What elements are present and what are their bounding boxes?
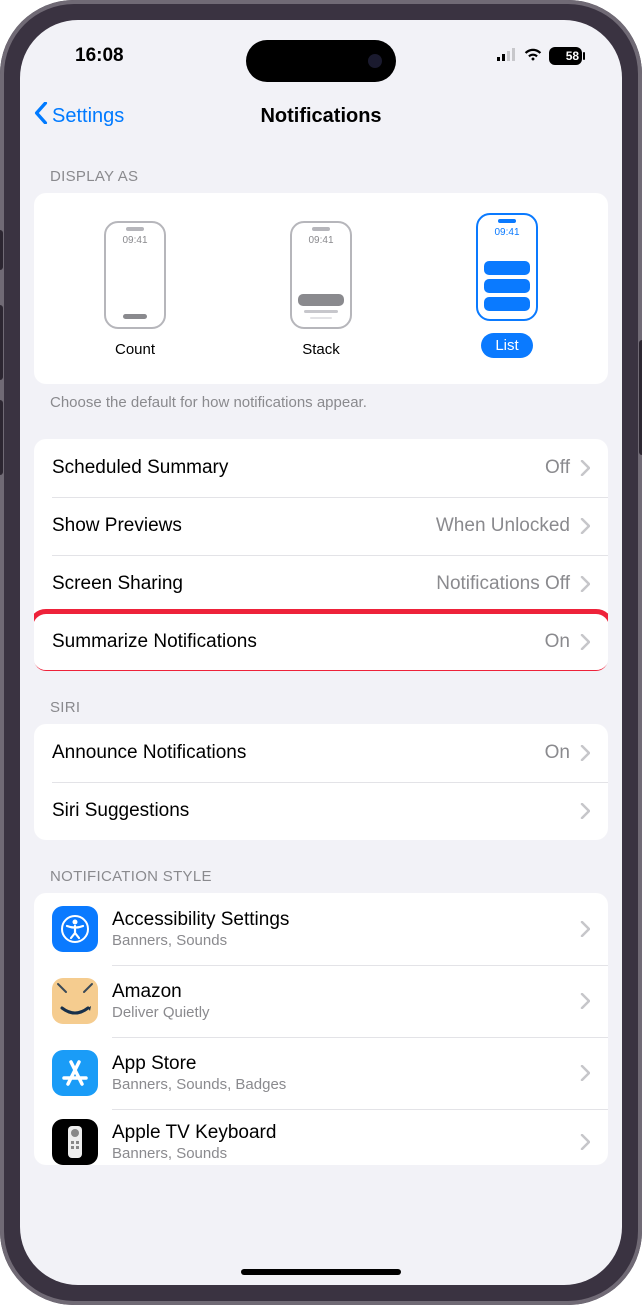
home-indicator[interactable] — [241, 1269, 401, 1275]
page-title: Notifications — [20, 105, 622, 128]
volume-down-button — [0, 400, 3, 475]
display-as-caption: Choose the default for how notifications… — [20, 384, 622, 411]
scroll-content[interactable]: DISPLAY AS 09:41 Count 09:41 Stack 09:41 — [20, 140, 622, 1165]
screen-sharing-row[interactable]: Screen Sharing Notifications Off — [34, 555, 608, 613]
chevron-right-icon — [580, 993, 590, 1009]
apple-tv-keyboard-app-icon — [52, 1119, 98, 1165]
notification-style-header: NOTIFICATION STYLE — [20, 840, 622, 893]
app-sub: Banners, Sounds — [112, 1145, 566, 1162]
app-name: Accessibility Settings — [112, 909, 566, 931]
app-row-app-store[interactable]: App Store Banners, Sounds, Badges — [34, 1037, 608, 1109]
screen-sharing-label: Screen Sharing — [52, 573, 183, 595]
display-as-list[interactable]: 09:41 List — [476, 213, 538, 358]
scheduled-summary-row[interactable]: Scheduled Summary Off — [34, 439, 608, 497]
status-right: 58 — [497, 45, 582, 67]
app-store-app-icon — [52, 1050, 98, 1096]
show-previews-label: Show Previews — [52, 515, 182, 537]
screen: 16:08 58 Settings Not — [20, 20, 622, 1285]
cellular-icon — [497, 45, 517, 67]
announce-notifications-row[interactable]: Announce Notifications On — [34, 724, 608, 782]
chevron-right-icon — [580, 745, 590, 761]
chevron-right-icon — [580, 1065, 590, 1081]
wifi-icon — [523, 45, 543, 67]
scheduled-summary-label: Scheduled Summary — [52, 457, 228, 479]
app-row-amazon[interactable]: Amazon Deliver Quietly — [34, 965, 608, 1037]
scheduled-summary-value: Off — [545, 457, 570, 479]
announce-notifications-value: On — [545, 742, 570, 764]
chevron-right-icon — [580, 634, 590, 650]
display-as-count-label: Count — [115, 341, 155, 358]
summarize-notifications-row[interactable]: Summarize Notifications On — [34, 613, 608, 671]
chevron-right-icon — [580, 576, 590, 592]
accessibility-app-icon — [52, 906, 98, 952]
display-as-list-label: List — [481, 333, 532, 358]
dynamic-island — [246, 40, 396, 82]
amazon-app-icon — [52, 978, 98, 1024]
app-name: Apple TV Keyboard — [112, 1122, 566, 1144]
notification-style-group: Accessibility Settings Banners, Sounds A… — [34, 893, 608, 1165]
summarize-notifications-value: On — [545, 631, 570, 653]
screen-sharing-value: Notifications Off — [436, 573, 570, 595]
status-time: 16:08 — [75, 45, 124, 67]
app-sub: Banners, Sounds — [112, 932, 566, 949]
siri-group: Announce Notifications On Siri Suggestio… — [34, 724, 608, 840]
siri-header: SIRI — [20, 671, 622, 724]
chevron-right-icon — [580, 803, 590, 819]
volume-up-button — [0, 305, 3, 380]
siri-suggestions-row[interactable]: Siri Suggestions — [34, 782, 608, 840]
battery-percent: 58 — [566, 49, 579, 63]
display-as-stack[interactable]: 09:41 Stack — [290, 221, 352, 358]
display-as-count[interactable]: 09:41 Count — [104, 221, 166, 358]
navigation-bar: Settings Notifications — [20, 92, 622, 140]
app-sub: Banners, Sounds, Badges — [112, 1076, 566, 1093]
display-as-stack-label: Stack — [302, 341, 340, 358]
app-sub: Deliver Quietly — [112, 1004, 566, 1021]
chevron-right-icon — [580, 1134, 590, 1150]
display-as-picker: 09:41 Count 09:41 Stack 09:41 List — [34, 193, 608, 384]
announce-notifications-label: Announce Notifications — [52, 742, 246, 764]
siri-suggestions-label: Siri Suggestions — [52, 800, 189, 822]
app-name: App Store — [112, 1053, 566, 1075]
summarize-notifications-label: Summarize Notifications — [52, 631, 257, 653]
mute-switch — [0, 230, 3, 270]
show-previews-row[interactable]: Show Previews When Unlocked — [34, 497, 608, 555]
chevron-right-icon — [580, 460, 590, 476]
app-name: Amazon — [112, 981, 566, 1003]
chevron-right-icon — [580, 518, 590, 534]
app-row-accessibility[interactable]: Accessibility Settings Banners, Sounds — [34, 893, 608, 965]
battery-icon: 58 — [549, 47, 582, 65]
app-row-apple-tv-keyboard[interactable]: Apple TV Keyboard Banners, Sounds — [34, 1109, 608, 1165]
iphone-device-frame: 16:08 58 Settings Not — [0, 0, 642, 1305]
show-previews-value: When Unlocked — [436, 515, 570, 537]
general-settings-group: Scheduled Summary Off Show Previews When… — [34, 439, 608, 671]
display-as-header: DISPLAY AS — [20, 140, 622, 193]
chevron-right-icon — [580, 921, 590, 937]
